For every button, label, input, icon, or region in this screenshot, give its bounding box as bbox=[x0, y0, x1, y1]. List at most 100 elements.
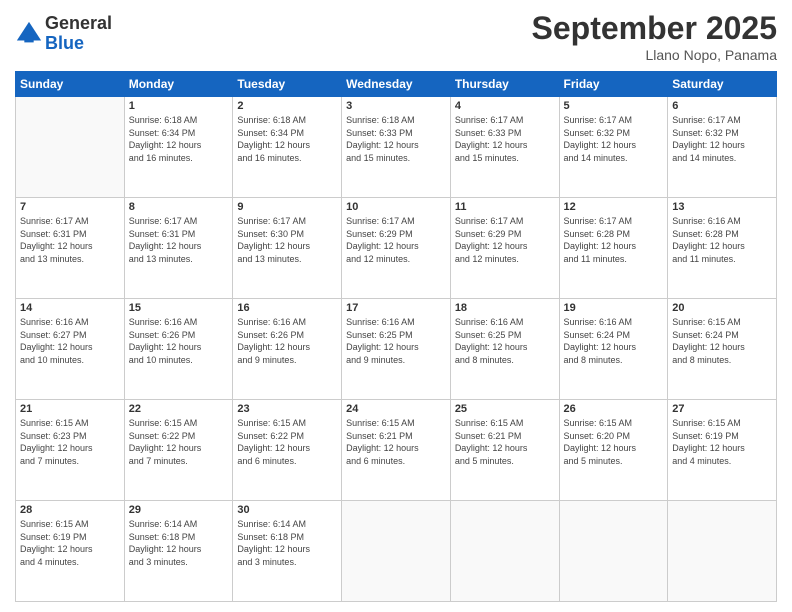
month-title: September 2025 bbox=[532, 10, 777, 47]
calendar-week-2: 7 Sunrise: 6:17 AMSunset: 6:31 PMDaylight… bbox=[16, 198, 777, 299]
day-info: Sunrise: 6:16 AMSunset: 6:26 PMDaylight:… bbox=[129, 316, 229, 366]
day-info: Sunrise: 6:17 AMSunset: 6:28 PMDaylight:… bbox=[564, 215, 664, 265]
weekday-header-wednesday: Wednesday bbox=[342, 72, 451, 97]
calendar-cell: 26 Sunrise: 6:15 AMSunset: 6:20 PMDayligh… bbox=[559, 400, 668, 501]
day-number: 30 bbox=[237, 504, 337, 516]
calendar-cell: 29Sunrise: 6:14 AMSunset: 6:18 PMDayligh… bbox=[124, 501, 233, 602]
calendar-header: SundayMondayTuesdayWednesdayThursdayFrid… bbox=[16, 72, 777, 97]
calendar-cell: 24 Sunrise: 6:15 AMSunset: 6:21 PMDayligh… bbox=[342, 400, 451, 501]
calendar-cell: 14 Sunrise: 6:16 AMSunset: 6:27 PMDayligh… bbox=[16, 299, 125, 400]
day-number: 23 bbox=[237, 403, 337, 415]
calendar-cell: 19 Sunrise: 6:16 AMSunset: 6:24 PMDayligh… bbox=[559, 299, 668, 400]
calendar-cell bbox=[342, 501, 451, 602]
day-number: 27 bbox=[672, 403, 772, 415]
day-number: 26 bbox=[564, 403, 664, 415]
calendar-week-3: 14 Sunrise: 6:16 AMSunset: 6:27 PMDayligh… bbox=[16, 299, 777, 400]
day-number: 15 bbox=[129, 302, 229, 314]
day-info: Sunrise: 6:16 AMSunset: 6:27 PMDaylight:… bbox=[20, 316, 120, 366]
day-info: Sunrise: 6:17 AMSunset: 6:29 PMDaylight:… bbox=[346, 215, 446, 265]
calendar-cell: 20Sunrise: 6:15 AMSunset: 6:24 PMDayligh… bbox=[668, 299, 777, 400]
day-info: Sunrise: 6:17 AMSunset: 6:29 PMDaylight:… bbox=[455, 215, 555, 265]
day-number: 1 bbox=[129, 100, 229, 112]
day-info: Sunrise: 6:17 AMSunset: 6:32 PMDaylight:… bbox=[672, 114, 772, 164]
day-number: 7 bbox=[20, 201, 120, 213]
weekday-header-tuesday: Tuesday bbox=[233, 72, 342, 97]
day-number: 13 bbox=[672, 201, 772, 213]
calendar-cell bbox=[450, 501, 559, 602]
day-info: Sunrise: 6:14 AMSunset: 6:18 PMDaylight:… bbox=[129, 518, 229, 568]
day-number: 14 bbox=[20, 302, 120, 314]
calendar-week-4: 21 Sunrise: 6:15 AMSunset: 6:23 PMDayligh… bbox=[16, 400, 777, 501]
day-number: 10 bbox=[346, 201, 446, 213]
logo-blue: Blue bbox=[45, 33, 84, 53]
header: General Blue September 2025 Llano Nopo, … bbox=[15, 10, 777, 63]
day-info: Sunrise: 6:15 AMSunset: 6:20 PMDaylight:… bbox=[564, 417, 664, 467]
day-number: 4 bbox=[455, 100, 555, 112]
weekday-row: SundayMondayTuesdayWednesdayThursdayFrid… bbox=[16, 72, 777, 97]
calendar-cell: 13Sunrise: 6:16 AMSunset: 6:28 PMDayligh… bbox=[668, 198, 777, 299]
day-info: Sunrise: 6:18 AMSunset: 6:34 PMDaylight:… bbox=[129, 114, 229, 164]
day-number: 8 bbox=[129, 201, 229, 213]
calendar-cell: 5 Sunrise: 6:17 AMSunset: 6:32 PMDaylight… bbox=[559, 97, 668, 198]
day-info: Sunrise: 6:17 AMSunset: 6:30 PMDaylight:… bbox=[237, 215, 337, 265]
day-number: 25 bbox=[455, 403, 555, 415]
calendar-cell: 4Sunrise: 6:17 AMSunset: 6:33 PMDaylight… bbox=[450, 97, 559, 198]
day-number: 6 bbox=[672, 100, 772, 112]
day-number: 12 bbox=[564, 201, 664, 213]
day-number: 11 bbox=[455, 201, 555, 213]
calendar-body: 1 Sunrise: 6:18 AMSunset: 6:34 PMDaylight… bbox=[16, 97, 777, 602]
day-info: Sunrise: 6:16 AMSunset: 6:26 PMDaylight:… bbox=[237, 316, 337, 366]
title-block: September 2025 Llano Nopo, Panama bbox=[532, 10, 777, 63]
day-info: Sunrise: 6:16 AMSunset: 6:25 PMDaylight:… bbox=[455, 316, 555, 366]
logo: General Blue bbox=[15, 14, 112, 54]
calendar-cell: 2Sunrise: 6:18 AMSunset: 6:34 PMDaylight… bbox=[233, 97, 342, 198]
day-number: 18 bbox=[455, 302, 555, 314]
day-number: 24 bbox=[346, 403, 446, 415]
calendar: SundayMondayTuesdayWednesdayThursdayFrid… bbox=[15, 71, 777, 602]
calendar-cell: 22 Sunrise: 6:15 AMSunset: 6:22 PMDayligh… bbox=[124, 400, 233, 501]
day-info: Sunrise: 6:17 AMSunset: 6:32 PMDaylight:… bbox=[564, 114, 664, 164]
calendar-cell: 3Sunrise: 6:18 AMSunset: 6:33 PMDaylight… bbox=[342, 97, 451, 198]
calendar-cell: 11 Sunrise: 6:17 AMSunset: 6:29 PMDayligh… bbox=[450, 198, 559, 299]
day-info: Sunrise: 6:15 AMSunset: 6:19 PMDaylight:… bbox=[20, 518, 120, 568]
day-info: Sunrise: 6:16 AMSunset: 6:24 PMDaylight:… bbox=[564, 316, 664, 366]
calendar-week-1: 1 Sunrise: 6:18 AMSunset: 6:34 PMDaylight… bbox=[16, 97, 777, 198]
logo-icon bbox=[15, 20, 43, 48]
day-info: Sunrise: 6:15 AMSunset: 6:21 PMDaylight:… bbox=[346, 417, 446, 467]
calendar-cell: 9 Sunrise: 6:17 AMSunset: 6:30 PMDaylight… bbox=[233, 198, 342, 299]
day-info: Sunrise: 6:15 AMSunset: 6:23 PMDaylight:… bbox=[20, 417, 120, 467]
day-number: 28 bbox=[20, 504, 120, 516]
calendar-cell: 1 Sunrise: 6:18 AMSunset: 6:34 PMDaylight… bbox=[124, 97, 233, 198]
day-number: 22 bbox=[129, 403, 229, 415]
weekday-header-friday: Friday bbox=[559, 72, 668, 97]
day-number: 5 bbox=[564, 100, 664, 112]
calendar-cell: 21 Sunrise: 6:15 AMSunset: 6:23 PMDayligh… bbox=[16, 400, 125, 501]
day-info: Sunrise: 6:15 AMSunset: 6:24 PMDaylight:… bbox=[672, 316, 772, 366]
day-number: 16 bbox=[237, 302, 337, 314]
calendar-cell: 17Sunrise: 6:16 AMSunset: 6:25 PMDayligh… bbox=[342, 299, 451, 400]
day-number: 9 bbox=[237, 201, 337, 213]
day-number: 21 bbox=[20, 403, 120, 415]
weekday-header-saturday: Saturday bbox=[668, 72, 777, 97]
day-info: Sunrise: 6:17 AMSunset: 6:31 PMDaylight:… bbox=[129, 215, 229, 265]
calendar-cell bbox=[668, 501, 777, 602]
page: General Blue September 2025 Llano Nopo, … bbox=[0, 0, 792, 612]
day-info: Sunrise: 6:14 AMSunset: 6:18 PMDaylight:… bbox=[237, 518, 337, 568]
day-info: Sunrise: 6:18 AMSunset: 6:33 PMDaylight:… bbox=[346, 114, 446, 164]
calendar-cell bbox=[16, 97, 125, 198]
calendar-cell: 7Sunrise: 6:17 AMSunset: 6:31 PMDaylight… bbox=[16, 198, 125, 299]
calendar-cell: 15 Sunrise: 6:16 AMSunset: 6:26 PMDayligh… bbox=[124, 299, 233, 400]
calendar-cell: 10 Sunrise: 6:17 AMSunset: 6:29 PMDayligh… bbox=[342, 198, 451, 299]
logo-general: General bbox=[45, 13, 112, 33]
day-number: 17 bbox=[346, 302, 446, 314]
calendar-cell: 25 Sunrise: 6:15 AMSunset: 6:21 PMDayligh… bbox=[450, 400, 559, 501]
calendar-cell: 23Sunrise: 6:15 AMSunset: 6:22 PMDayligh… bbox=[233, 400, 342, 501]
calendar-cell: 6 Sunrise: 6:17 AMSunset: 6:32 PMDaylight… bbox=[668, 97, 777, 198]
calendar-cell: 12 Sunrise: 6:17 AMSunset: 6:28 PMDayligh… bbox=[559, 198, 668, 299]
day-info: Sunrise: 6:15 AMSunset: 6:21 PMDaylight:… bbox=[455, 417, 555, 467]
day-number: 19 bbox=[564, 302, 664, 314]
weekday-header-monday: Monday bbox=[124, 72, 233, 97]
day-info: Sunrise: 6:15 AMSunset: 6:22 PMDaylight:… bbox=[129, 417, 229, 467]
calendar-cell: 28 Sunrise: 6:15 AMSunset: 6:19 PMDayligh… bbox=[16, 501, 125, 602]
day-info: Sunrise: 6:18 AMSunset: 6:34 PMDaylight:… bbox=[237, 114, 337, 164]
